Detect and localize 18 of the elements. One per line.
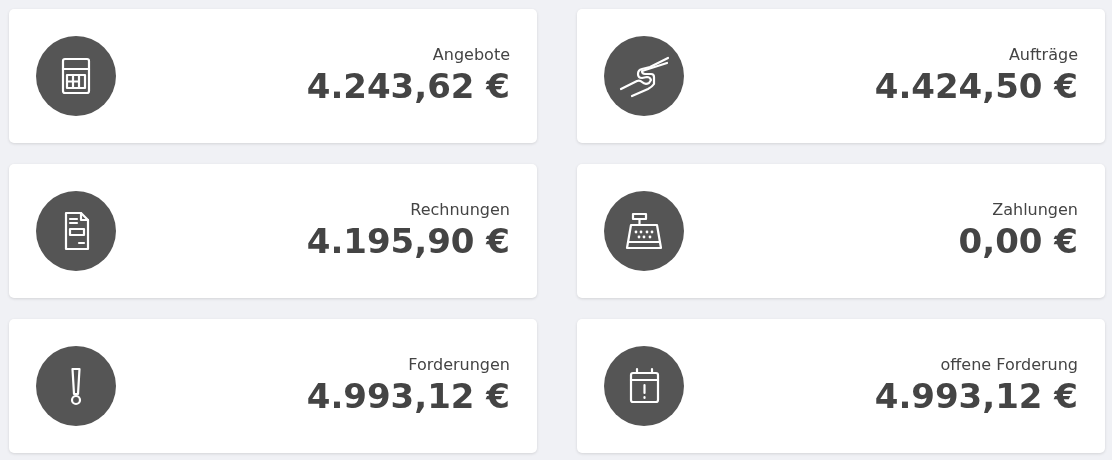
stat-label: Rechnungen <box>410 200 510 220</box>
stat-label: offene Forderung <box>940 355 1078 375</box>
calendar-alert-icon <box>604 346 684 426</box>
stat-label: Angebote <box>432 45 510 65</box>
exclamation-icon <box>36 346 116 426</box>
calculator-icon <box>36 36 116 116</box>
stat-value: 4.424,50 € <box>874 65 1078 107</box>
cash-register-icon <box>604 191 684 271</box>
stat-label: Aufträge <box>1008 45 1078 65</box>
handshake-icon <box>604 36 684 116</box>
document-icon <box>36 191 116 271</box>
stat-value: 4.993,12 € <box>306 375 510 417</box>
stat-value: 0,00 € <box>958 220 1078 262</box>
stat-label: Zahlungen <box>992 200 1078 220</box>
stat-label: Forderungen <box>408 355 510 375</box>
stat-value: 4.243,62 € <box>306 65 510 107</box>
stat-value: 4.993,12 € <box>874 375 1078 417</box>
stat-value: 4.195,90 € <box>306 220 510 262</box>
